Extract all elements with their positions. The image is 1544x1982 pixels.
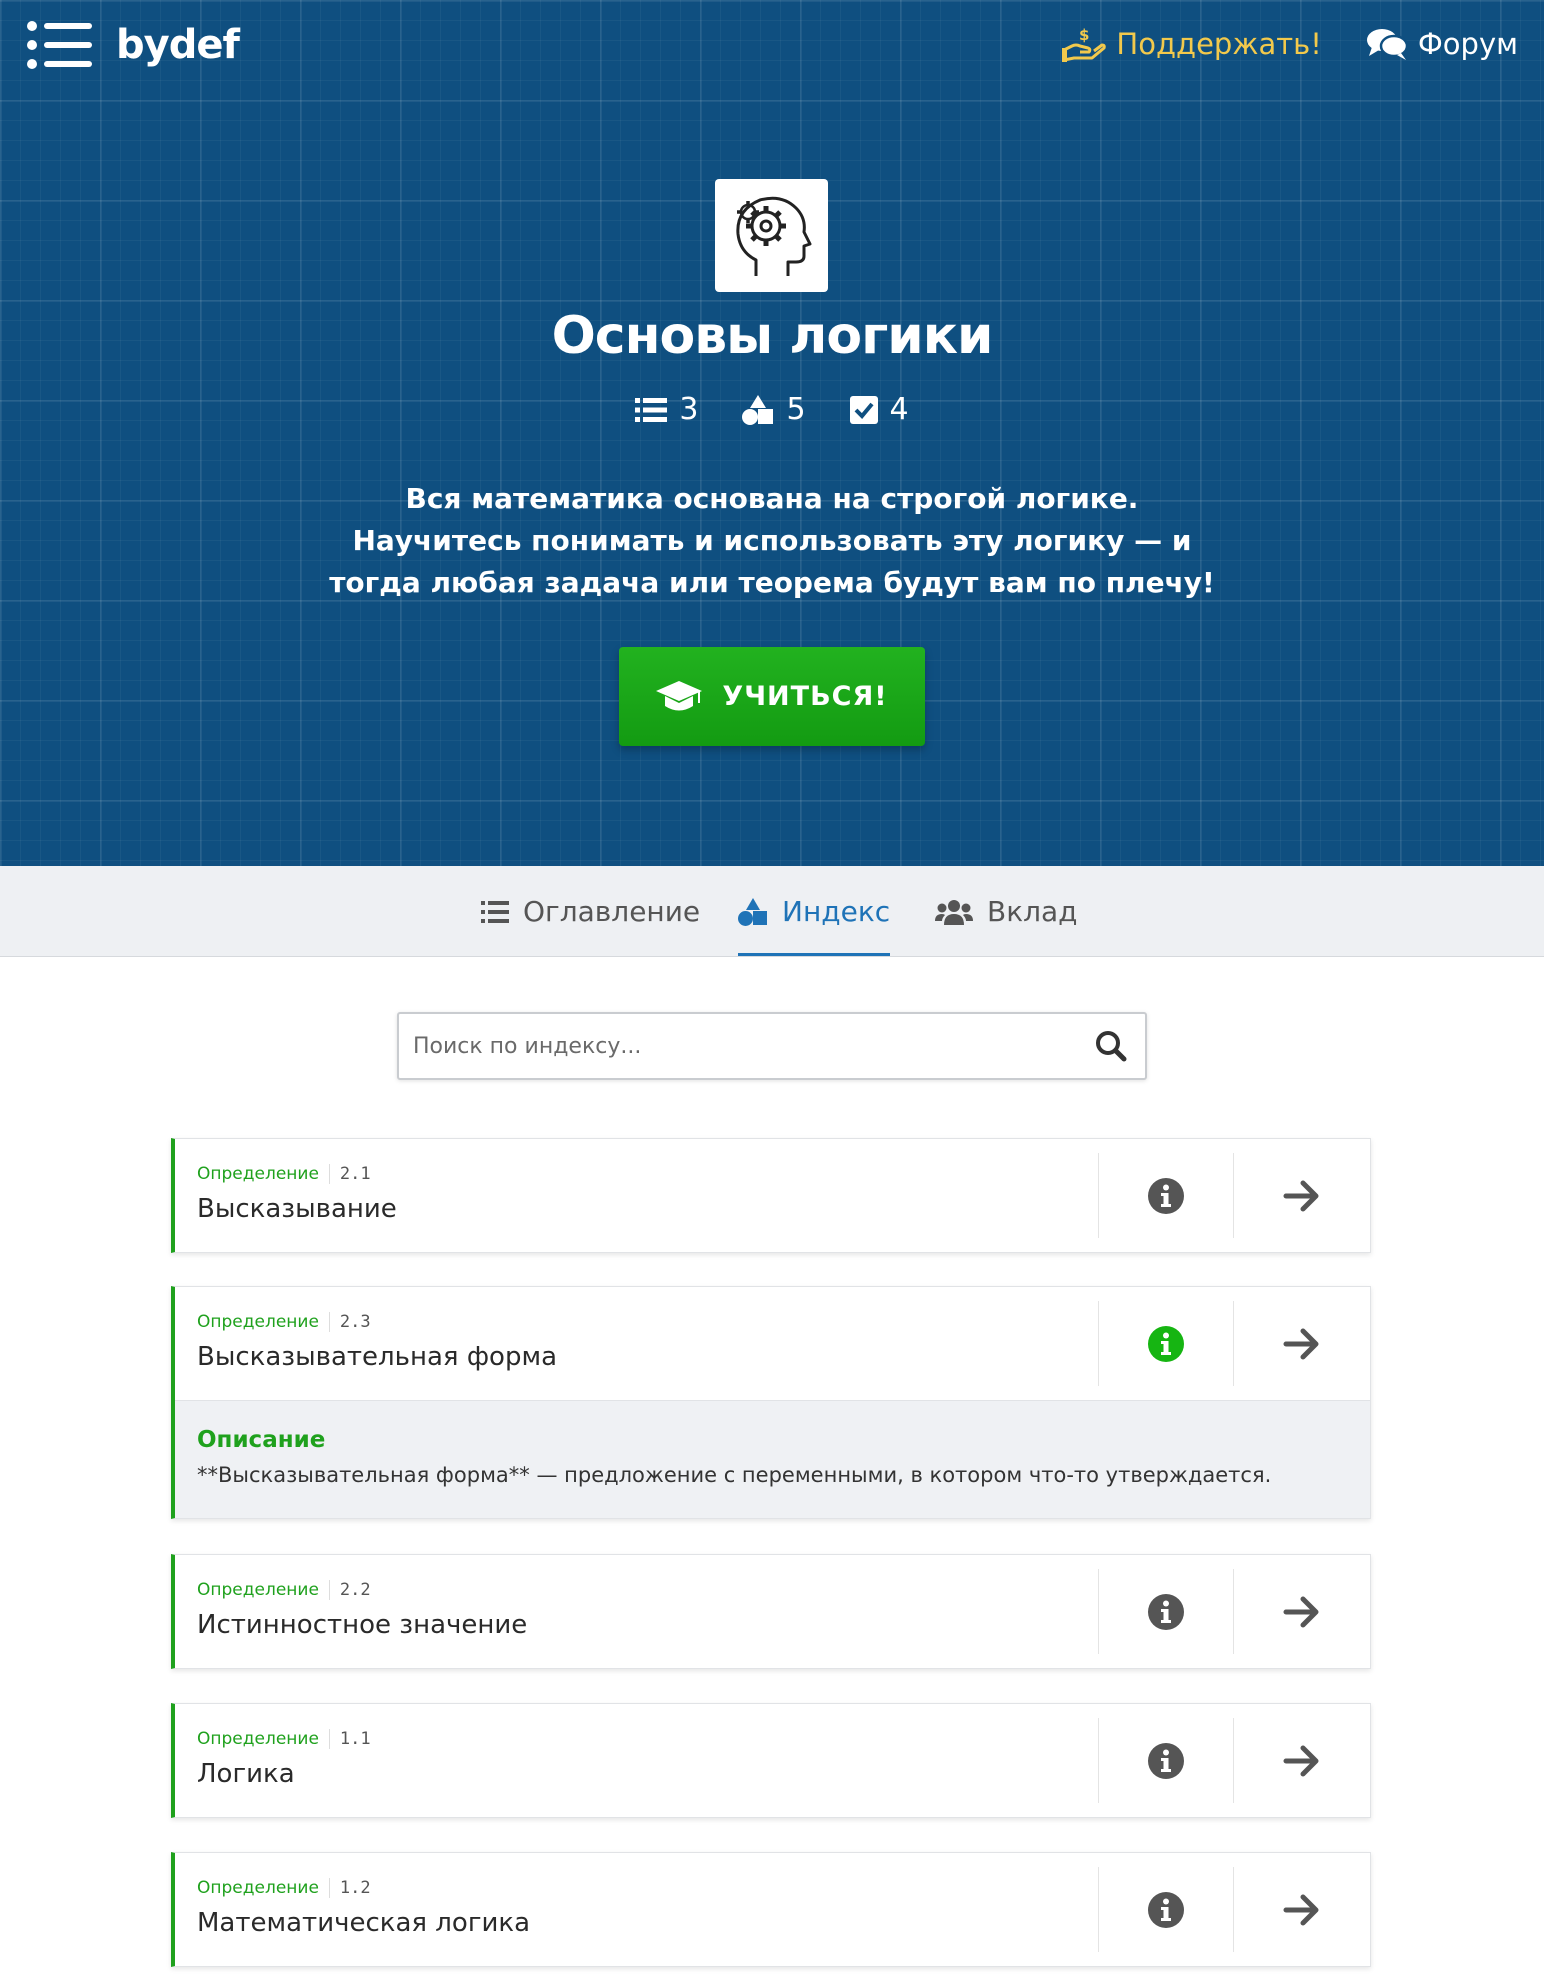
head-gear-icon bbox=[735, 196, 811, 276]
graduation-cap-icon bbox=[656, 680, 703, 710]
forum-link[interactable]: Форум bbox=[1366, 27, 1518, 61]
info-icon bbox=[1148, 1177, 1184, 1214]
info-button[interactable] bbox=[1098, 1153, 1234, 1238]
entry-meta: Определение 2.3 bbox=[197, 1312, 371, 1332]
index-entry: Определение 2.3 Высказывательная форма О… bbox=[171, 1286, 1371, 1519]
tab-contributors-label: Вклад bbox=[987, 895, 1078, 928]
entry-title: Высказывательная форма bbox=[197, 1342, 558, 1372]
entry-number: 1.2 bbox=[328, 1878, 371, 1898]
arrow-right-icon bbox=[1283, 1328, 1319, 1359]
stat-exercises-value: 4 bbox=[889, 392, 909, 427]
arrow-right-icon bbox=[1283, 1745, 1319, 1776]
open-entry-button[interactable] bbox=[1234, 1153, 1370, 1238]
search-icon[interactable] bbox=[1095, 1030, 1127, 1062]
tab-index[interactable]: Индекс bbox=[738, 866, 891, 957]
info-button[interactable] bbox=[1098, 1867, 1234, 1952]
stat-chapters-value: 3 bbox=[679, 392, 699, 427]
learn-button[interactable]: УЧИТЬСЯ! bbox=[619, 647, 925, 746]
stat-exercises: 4 bbox=[849, 392, 909, 427]
info-icon bbox=[1148, 1325, 1184, 1362]
description-title: Описание bbox=[197, 1427, 326, 1453]
entry-title: Математическая логика bbox=[197, 1908, 531, 1938]
logo-menu-icon bbox=[27, 21, 92, 69]
comments-icon bbox=[1366, 29, 1408, 60]
info-icon bbox=[1148, 1742, 1184, 1779]
index-entry: Определение 1.1 Логика bbox=[171, 1703, 1371, 1818]
info-button[interactable] bbox=[1098, 1718, 1234, 1803]
entry-meta: Определение 1.2 bbox=[197, 1878, 371, 1898]
entry-number: 2.3 bbox=[328, 1312, 371, 1332]
info-button[interactable] bbox=[1098, 1569, 1234, 1654]
entry-title: Логика bbox=[197, 1759, 295, 1789]
checkbox-icon bbox=[849, 395, 878, 424]
search-input[interactable] bbox=[413, 1024, 1073, 1068]
logo-text: bydef bbox=[116, 22, 240, 68]
course-tagline: Вся математика основана на строгой логик… bbox=[329, 482, 1215, 599]
open-entry-button[interactable] bbox=[1234, 1301, 1370, 1386]
index-entry: Определение 2.2 Истинностное значение bbox=[171, 1554, 1371, 1669]
entry-number: 1.1 bbox=[328, 1729, 371, 1749]
entry-type: Определение bbox=[197, 1312, 319, 1332]
support-label: Поддержать! bbox=[1116, 27, 1322, 61]
entry-title: Высказывание bbox=[197, 1194, 397, 1224]
entry-number: 2.2 bbox=[328, 1580, 371, 1600]
tab-bar: Оглавление Индекс Вклад bbox=[0, 866, 1544, 957]
learn-button-label: УЧИТЬСЯ! bbox=[722, 681, 888, 712]
index-entry: Определение 1.2 Математическая логика bbox=[171, 1852, 1371, 1967]
index-entry-header[interactable]: Определение 2.1 Высказывание bbox=[175, 1139, 1370, 1252]
list-icon bbox=[635, 397, 668, 422]
svg-text:$: $ bbox=[1079, 26, 1089, 44]
course-hero: bydef $ Поддержать! Форум Основы логики … bbox=[0, 0, 1544, 866]
site-logo[interactable]: bydef bbox=[26, 20, 240, 70]
index-entry-header[interactable]: Определение 2.2 Истинностное значение bbox=[175, 1555, 1370, 1668]
entry-type: Определение bbox=[197, 1164, 319, 1184]
shapes-icon bbox=[742, 394, 774, 425]
index-entry: Определение 2.1 Высказывание bbox=[171, 1138, 1371, 1253]
stat-chapters: 3 bbox=[635, 392, 698, 427]
description-text: **Высказывательная форма** — предложение… bbox=[197, 1463, 1272, 1487]
open-entry-button[interactable] bbox=[1234, 1718, 1370, 1803]
info-icon bbox=[1148, 1593, 1184, 1630]
arrow-right-icon bbox=[1283, 1894, 1319, 1925]
arrow-right-icon bbox=[1283, 1180, 1319, 1211]
info-button[interactable] bbox=[1098, 1301, 1234, 1386]
entry-number: 2.1 bbox=[328, 1164, 371, 1184]
index-search bbox=[397, 1012, 1147, 1080]
list-icon bbox=[481, 900, 509, 923]
support-link[interactable]: $ Поддержать! bbox=[1062, 26, 1322, 62]
course-icon bbox=[715, 179, 828, 292]
index-entry-header[interactable]: Определение 2.3 Высказывательная форма bbox=[175, 1287, 1370, 1400]
stat-definitions-value: 5 bbox=[786, 392, 806, 427]
entry-type: Определение bbox=[197, 1580, 319, 1600]
tab-index-label: Индекс bbox=[782, 895, 891, 928]
shapes-icon bbox=[738, 897, 767, 926]
entry-type: Определение bbox=[197, 1729, 319, 1749]
entry-title: Истинностное значение bbox=[197, 1610, 528, 1640]
tab-contributors[interactable]: Вклад bbox=[935, 866, 1078, 957]
entry-meta: Определение 2.2 bbox=[197, 1580, 371, 1600]
index-entry-header[interactable]: Определение 1.2 Математическая логика bbox=[175, 1853, 1370, 1966]
stat-definitions: 5 bbox=[742, 392, 806, 427]
tab-contents[interactable]: Оглавление bbox=[481, 866, 700, 957]
forum-label: Форум bbox=[1417, 27, 1518, 61]
info-icon bbox=[1148, 1891, 1184, 1928]
arrow-right-icon bbox=[1283, 1596, 1319, 1627]
index-entry-header[interactable]: Определение 1.1 Логика bbox=[175, 1704, 1370, 1817]
top-nav: $ Поддержать! Форум bbox=[1062, 26, 1518, 62]
entry-meta: Определение 2.1 bbox=[197, 1164, 371, 1184]
entry-description: Описание **Высказывательная форма** — пр… bbox=[175, 1400, 1370, 1518]
hand-dollar-icon: $ bbox=[1062, 26, 1107, 62]
course-title: Основы логики bbox=[551, 306, 994, 366]
users-icon bbox=[935, 899, 973, 925]
open-entry-button[interactable] bbox=[1234, 1867, 1370, 1952]
tab-contents-label: Оглавление bbox=[523, 895, 701, 928]
open-entry-button[interactable] bbox=[1234, 1569, 1370, 1654]
course-stats: 3 5 4 bbox=[0, 392, 1544, 427]
entry-type: Определение bbox=[197, 1878, 319, 1898]
entry-meta: Определение 1.1 bbox=[197, 1729, 371, 1749]
